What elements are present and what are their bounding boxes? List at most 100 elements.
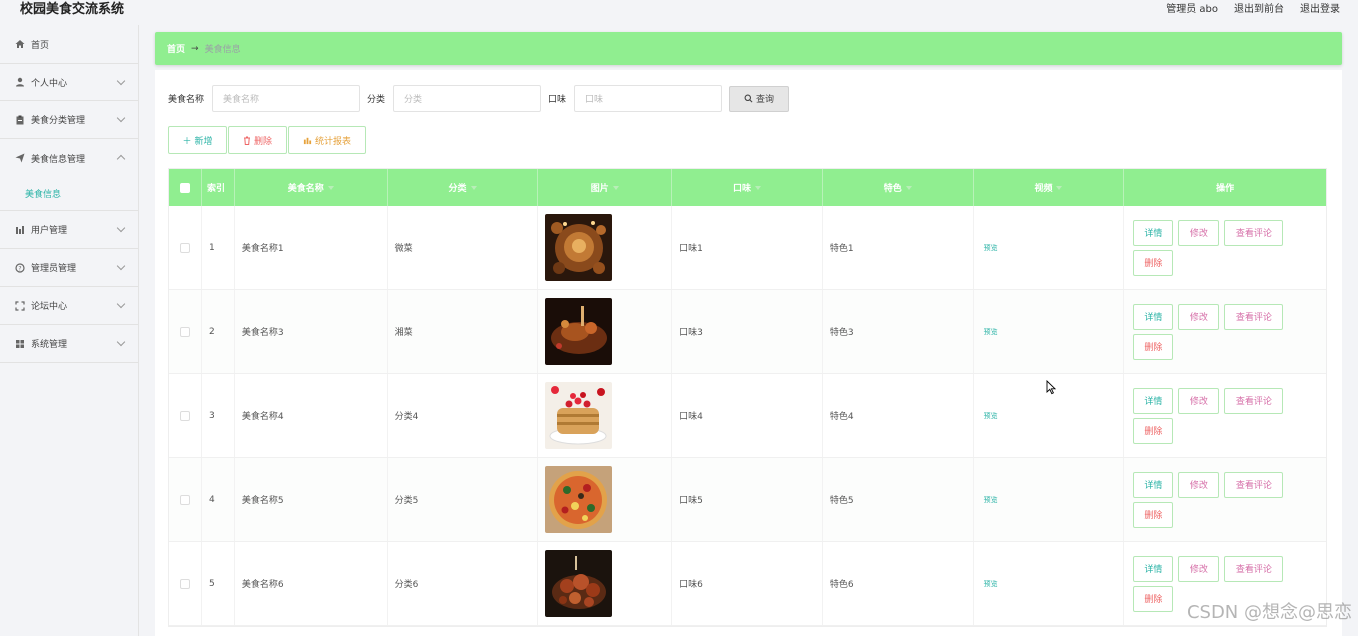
add-button[interactable]: ＋ 新增 (168, 126, 227, 154)
main-content: 美食名称 美食名称 分类 分类 口味 口味 查询 ＋ 新增 删除 统计报表 索引… (155, 70, 1342, 636)
exit-to-front-link[interactable]: 退出到前台 (1234, 0, 1284, 15)
grid-icon (15, 339, 25, 349)
table-row: 4 美食名称5 分类5 口味5 特色5 预览 详情 修改 查看评论 删除 (169, 458, 1326, 542)
edit-button[interactable]: 修改 (1178, 219, 1220, 246)
header-name[interactable]: 美食名称 (235, 169, 388, 206)
header-ops: 操作 (1216, 184, 1235, 194)
view-comments-button[interactable]: 查看评论 (1224, 387, 1284, 414)
cell-category: 分类5 (388, 458, 539, 541)
cell-index: 5 (202, 542, 235, 625)
edit-button[interactable]: 修改 (1178, 555, 1220, 582)
edit-button[interactable]: 修改 (1178, 471, 1220, 498)
food-name-input[interactable]: 美食名称 (212, 85, 361, 112)
video-preview-link[interactable]: 预览 (984, 579, 998, 589)
delete-button[interactable]: 删除 (1133, 501, 1174, 528)
cell-name: 美食名称3 (235, 290, 388, 373)
table-row: 3 美食名称4 分类4 口味4 特色4 预览 详情 修改 查看评论 删除 (169, 374, 1326, 458)
sidebar-item-personal-center[interactable]: 个人中心 (0, 63, 138, 101)
view-comments-button[interactable]: 查看评论 (1224, 555, 1284, 582)
detail-button[interactable]: 详情 (1133, 471, 1174, 498)
row-checkbox[interactable] (179, 326, 190, 337)
cell-index: 2 (202, 290, 235, 373)
sort-icon (327, 185, 334, 190)
video-preview-link[interactable]: 预览 (984, 327, 998, 337)
logout-link[interactable]: 退出登录 (1300, 0, 1340, 15)
food-image[interactable] (545, 382, 613, 449)
detail-button[interactable]: 详情 (1133, 303, 1174, 330)
sidebar-item-system[interactable]: 系统管理 (0, 325, 138, 363)
sidebar-item-label: 个人中心 (31, 78, 68, 89)
expand-icon (15, 300, 25, 311)
video-preview-link[interactable]: 预览 (984, 411, 998, 421)
sidebar-item-users[interactable]: 用户管理 (0, 211, 138, 249)
sort-icon (1056, 185, 1063, 190)
plus-icon: ＋ (182, 136, 192, 147)
view-comments-button[interactable]: 查看评论 (1224, 303, 1284, 330)
cell-taste: 口味6 (672, 542, 823, 625)
cell-video: 预览 (974, 542, 1125, 625)
food-image[interactable] (545, 466, 613, 533)
row-checkbox[interactable] (179, 494, 190, 505)
category-input[interactable]: 分类 (393, 85, 542, 112)
edit-button[interactable]: 修改 (1178, 303, 1220, 330)
cell-category: 分类6 (388, 542, 539, 625)
sidebar-item-home[interactable]: 首页 (0, 25, 138, 63)
header-video-label: 视频 (1034, 184, 1053, 194)
view-comments-button[interactable]: 查看评论 (1224, 471, 1284, 498)
row-checkbox[interactable] (179, 578, 190, 589)
delete-button[interactable]: 删除 (1133, 249, 1174, 276)
detail-button[interactable]: 详情 (1133, 219, 1174, 246)
header-video[interactable]: 视频 (974, 169, 1125, 206)
delete-button[interactable]: 删除 (1133, 417, 1174, 444)
sidebar-item-food-category[interactable]: 美食分类管理 (0, 101, 138, 139)
header-feature[interactable]: 特色 (823, 169, 974, 206)
cell-name: 美食名称6 (235, 542, 388, 625)
detail-button[interactable]: 详情 (1133, 387, 1174, 414)
breadcrumb-home[interactable]: 首页 (167, 42, 185, 55)
header-image-label: 图片 (590, 184, 609, 194)
stats-report-button[interactable]: 统计报表 (288, 126, 366, 154)
cell-image (538, 290, 673, 373)
cell-image (538, 458, 673, 541)
sidebar: 首页 个人中心 美食分类管理 美食信息管理 美食信息 用户管理 ? 管理员管理 … (0, 25, 139, 636)
cell-name: 美食名称4 (235, 374, 388, 457)
header-image[interactable]: 图片 (538, 169, 673, 206)
delete-button[interactable]: 删除 (1133, 333, 1174, 360)
sidebar-item-label: 论坛中心 (31, 302, 68, 312)
row-select-cell (169, 290, 202, 373)
sidebar-subitem-food-info[interactable]: 美食信息 (0, 177, 138, 211)
watermark: CSDN @想念@思恋 (1186, 602, 1352, 623)
cell-ops: 详情 修改 查看评论 删除 (1124, 290, 1326, 373)
sidebar-item-food-info[interactable]: 美食信息管理 (0, 139, 138, 177)
sidebar-item-label: 美食信息管理 (31, 154, 86, 165)
search-button-label: 查询 (756, 95, 775, 105)
row-checkbox[interactable] (179, 410, 190, 421)
food-image[interactable] (545, 298, 613, 365)
cell-index: 1 (202, 206, 235, 289)
video-preview-link[interactable]: 预览 (984, 495, 998, 505)
food-image[interactable] (545, 550, 613, 617)
header-name-label: 美食名称 (287, 184, 324, 194)
header-category[interactable]: 分类 (388, 169, 539, 206)
app-title: 校园美食交流系统 (20, 2, 125, 17)
edit-button[interactable]: 修改 (1178, 387, 1220, 414)
sidebar-item-forum[interactable]: 论坛中心 (0, 287, 138, 325)
sort-icon (470, 185, 477, 190)
view-comments-button[interactable]: 查看评论 (1224, 219, 1284, 246)
delete-button[interactable]: 删除 (1133, 585, 1174, 612)
sidebar-item-admins[interactable]: ? 管理员管理 (0, 249, 138, 287)
svg-text:?: ? (18, 265, 21, 272)
detail-button[interactable]: 详情 (1133, 555, 1174, 582)
row-checkbox[interactable] (179, 242, 190, 253)
food-image[interactable] (545, 214, 613, 281)
search-button[interactable]: 查询 (729, 85, 790, 112)
taste-input[interactable]: 口味 (574, 85, 723, 112)
chevron-down-icon (116, 223, 126, 233)
question-circle-icon: ? (15, 262, 25, 273)
header-taste[interactable]: 口味 (672, 169, 823, 206)
video-preview-link[interactable]: 预览 (984, 243, 998, 253)
batch-delete-button[interactable]: 删除 (228, 126, 287, 154)
top-links: 管理员 abo 退出到前台 退出登录 (1166, 0, 1340, 15)
select-all-checkbox[interactable] (179, 182, 190, 193)
current-user: 管理员 abo (1166, 4, 1218, 15)
